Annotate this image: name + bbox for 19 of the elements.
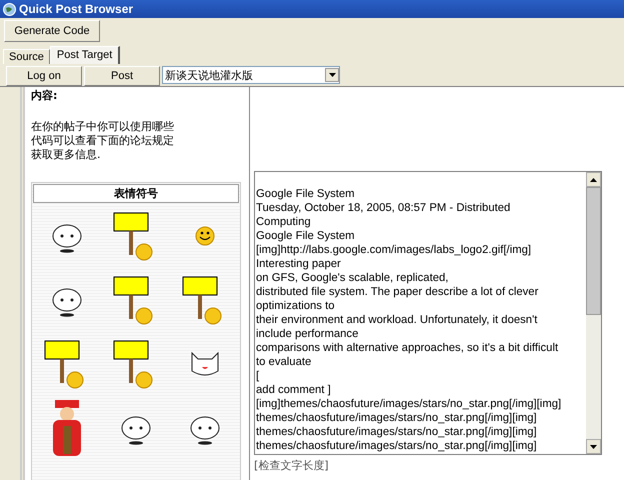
scrollbar[interactable] [586, 172, 601, 454]
help-text-line: 获取更多信息. [31, 148, 100, 162]
tab[interactable]: Source [3, 49, 50, 64]
action-button[interactable]: Post [84, 66, 160, 86]
emoticon-panel-title: 表情符号 [33, 184, 239, 203]
smiley-icon [195, 226, 216, 246]
tab[interactable]: Post Target [50, 46, 120, 64]
post-text-area[interactable]: Google File System Tuesday, October 18, 2005, 08:57 PM - Distributed Computing Google File System [img]http://labs.google.com/images/labs_logo2.gif[/img] Interesting paper on GFS, Google's scalable, replicated, distributed file system. The paper describe a lot of clever optimizations to their environment and workload. Unfortunately, it doesn't include performance comparisons with alternative approaches, so it's a bit difficult to evaluate [ add comment ] [img]themes/chaosfuture/images/stars/no_star.png[/img][img] themes/chaosfuture/images/stars/no_star.png[/img][img] themes/chaosfuture/images/stars/no_star.png[/img][img] themes/chaosfuture/images/stars/no_star.png[/img][img] [254, 171, 602, 455]
generate-code-button[interactable]: Generate Code [4, 20, 100, 42]
scroll-down-arrow-icon [590, 444, 597, 448]
help-text-line: 在你的帖子中你可以使用哪些 [31, 120, 174, 134]
help-text-line: 代码可以查看下面的论坛规定 [31, 134, 174, 148]
action-button[interactable]: Log on [6, 66, 82, 86]
content-label: 内容: [31, 88, 58, 103]
check-length-link[interactable]: [检查文字长度] [254, 458, 329, 473]
globe-icon [3, 2, 16, 16]
forum-dropdown[interactable]: 新谈天说地灌水版 [162, 66, 340, 84]
scroll-up-arrow-icon [590, 178, 597, 182]
window-title: Quick Post Browser [19, 2, 134, 16]
